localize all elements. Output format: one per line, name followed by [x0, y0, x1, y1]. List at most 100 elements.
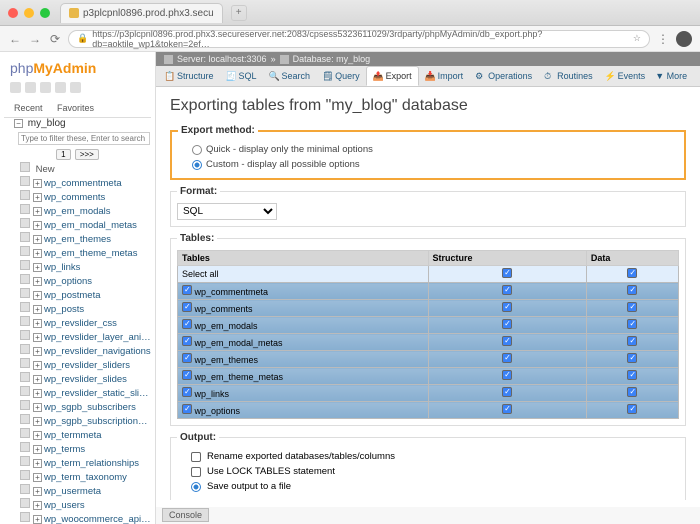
- expand-icon[interactable]: +: [33, 235, 42, 244]
- tree-item[interactable]: +wp_termmeta: [6, 428, 151, 442]
- db-tab-export[interactable]: 📤Export: [366, 66, 419, 86]
- tree-item[interactable]: +wp_woocommerce_api_keys: [6, 512, 151, 524]
- checkbox-data[interactable]: [627, 302, 637, 312]
- tree-item[interactable]: +wp_postmeta: [6, 288, 151, 302]
- tree-page-next[interactable]: >>>: [75, 149, 99, 160]
- checkbox-data[interactable]: [627, 353, 637, 363]
- expand-icon[interactable]: +: [33, 459, 42, 468]
- window-minimize-button[interactable]: [24, 8, 34, 18]
- expand-icon[interactable]: +: [33, 347, 42, 356]
- checkbox-structure[interactable]: [502, 319, 512, 329]
- console-tab[interactable]: Console: [162, 508, 209, 522]
- tree-filter-input[interactable]: [18, 132, 150, 145]
- table-row[interactable]: wp_em_theme_metas: [178, 368, 679, 385]
- forward-button[interactable]: →: [28, 32, 42, 46]
- expand-icon[interactable]: +: [33, 403, 42, 412]
- db-tab-structure[interactable]: 📋Structure: [158, 67, 220, 85]
- expand-icon[interactable]: +: [33, 515, 42, 524]
- radio-custom-row[interactable]: Custom - display all possible options: [178, 157, 678, 172]
- expand-icon[interactable]: +: [33, 221, 42, 230]
- tree-item[interactable]: +wp_revslider_css: [6, 316, 151, 330]
- db-tab-import[interactable]: 📥Import: [419, 67, 470, 85]
- expand-icon[interactable]: +: [33, 501, 42, 510]
- select-all-cell[interactable]: Select all: [178, 266, 429, 283]
- tree-item[interactable]: +wp_revslider_layer_animation: [6, 330, 151, 344]
- tree-item[interactable]: +wp_links: [6, 260, 151, 274]
- checkbox-data[interactable]: [627, 370, 637, 380]
- expand-icon[interactable]: +: [33, 249, 42, 258]
- checkbox-data[interactable]: [627, 404, 637, 414]
- db-tab-routines[interactable]: ⏱Routines: [538, 67, 599, 85]
- tree-item[interactable]: +wp_term_relationships: [6, 456, 151, 470]
- checkbox-data[interactable]: [627, 319, 637, 329]
- reload-button[interactable]: ⟳: [48, 32, 62, 46]
- breadcrumb-database[interactable]: Database: my_blog: [293, 54, 371, 64]
- table-row[interactable]: wp_em_themes: [178, 351, 679, 368]
- tree-page-number[interactable]: 1: [56, 149, 70, 160]
- checkbox-row[interactable]: [182, 336, 192, 346]
- tree-item[interactable]: +wp_revslider_sliders: [6, 358, 151, 372]
- checkbox-structure[interactable]: [502, 302, 512, 312]
- checkbox-data[interactable]: [627, 387, 637, 397]
- checkbox-row[interactable]: [182, 285, 192, 295]
- checkbox-structure[interactable]: [502, 285, 512, 295]
- checkbox-structure-all[interactable]: [502, 268, 512, 278]
- bookmark-star-icon[interactable]: ☆: [633, 33, 641, 44]
- tree-db-name[interactable]: my_blog: [28, 117, 66, 130]
- expand-icon[interactable]: +: [33, 473, 42, 482]
- expand-icon[interactable]: +: [33, 291, 42, 300]
- output-save-row[interactable]: Save output to a file: [177, 479, 679, 494]
- output-lock-row[interactable]: Use LOCK TABLES statement: [177, 464, 679, 479]
- radio-quick[interactable]: [192, 145, 202, 155]
- expand-icon[interactable]: +: [33, 431, 42, 440]
- browser-tab[interactable]: p3plcpnl0896.prod.phx3.secu: [60, 3, 223, 23]
- table-row[interactable]: wp_links: [178, 385, 679, 402]
- expand-icon[interactable]: +: [33, 445, 42, 454]
- tree-item[interactable]: +wp_comments: [6, 190, 151, 204]
- tree-item[interactable]: +wp_em_themes: [6, 232, 151, 246]
- checkbox-structure[interactable]: [502, 336, 512, 346]
- tree-item[interactable]: +wp_em_modal_metas: [6, 218, 151, 232]
- reload-nav-icon[interactable]: [70, 82, 81, 93]
- tree-item[interactable]: +wp_sgpb_subscription_error_: [6, 414, 151, 428]
- tree-item[interactable]: +wp_revslider_navigations: [6, 344, 151, 358]
- phpmyadmin-logo[interactable]: phpMyAdmin: [4, 56, 151, 80]
- expand-icon[interactable]: +: [33, 319, 42, 328]
- table-row[interactable]: wp_options: [178, 402, 679, 419]
- checkbox-rename[interactable]: [191, 452, 201, 462]
- settings-icon[interactable]: [55, 82, 66, 93]
- window-close-button[interactable]: [8, 8, 18, 18]
- back-button[interactable]: ←: [8, 32, 22, 46]
- db-tab-sql[interactable]: 🧾SQL: [220, 67, 263, 85]
- tree-collapse-icon[interactable]: −: [14, 119, 23, 128]
- expand-icon[interactable]: +: [33, 179, 42, 188]
- breadcrumb-server[interactable]: Server: localhost:3306: [177, 54, 267, 64]
- checkbox-data[interactable]: [627, 285, 637, 295]
- tree-item[interactable]: +wp_commentmeta: [6, 176, 151, 190]
- checkbox-row[interactable]: [182, 387, 192, 397]
- table-row[interactable]: wp_commentmeta: [178, 283, 679, 300]
- radio-quick-row[interactable]: Quick - display only the minimal options: [178, 142, 678, 157]
- tree-item[interactable]: +wp_em_modals: [6, 204, 151, 218]
- output-rename-row[interactable]: Rename exported databases/tables/columns: [177, 449, 679, 464]
- tree-item[interactable]: +wp_sgpb_subscribers: [6, 400, 151, 414]
- db-tab-query[interactable]: 🗒Query: [316, 67, 366, 85]
- window-zoom-button[interactable]: [40, 8, 50, 18]
- checkbox-data-all[interactable]: [627, 268, 637, 278]
- expand-icon[interactable]: +: [33, 277, 42, 286]
- docs-icon[interactable]: [40, 82, 51, 93]
- tab-recent[interactable]: Recent: [8, 101, 49, 115]
- expand-icon[interactable]: +: [33, 389, 42, 398]
- tree-item[interactable]: +wp_revslider_slides: [6, 372, 151, 386]
- expand-icon[interactable]: +: [33, 305, 42, 314]
- checkbox-structure[interactable]: [502, 370, 512, 380]
- format-select[interactable]: SQL: [177, 203, 277, 220]
- expand-icon[interactable]: +: [33, 263, 42, 272]
- tree-item[interactable]: +wp_options: [6, 274, 151, 288]
- expand-icon[interactable]: +: [33, 417, 42, 426]
- expand-icon[interactable]: +: [33, 375, 42, 384]
- profile-avatar[interactable]: [676, 31, 692, 47]
- db-tab-search[interactable]: 🔍Search: [263, 67, 317, 85]
- radio-custom[interactable]: [192, 160, 202, 170]
- tree-item[interactable]: +wp_usermeta: [6, 484, 151, 498]
